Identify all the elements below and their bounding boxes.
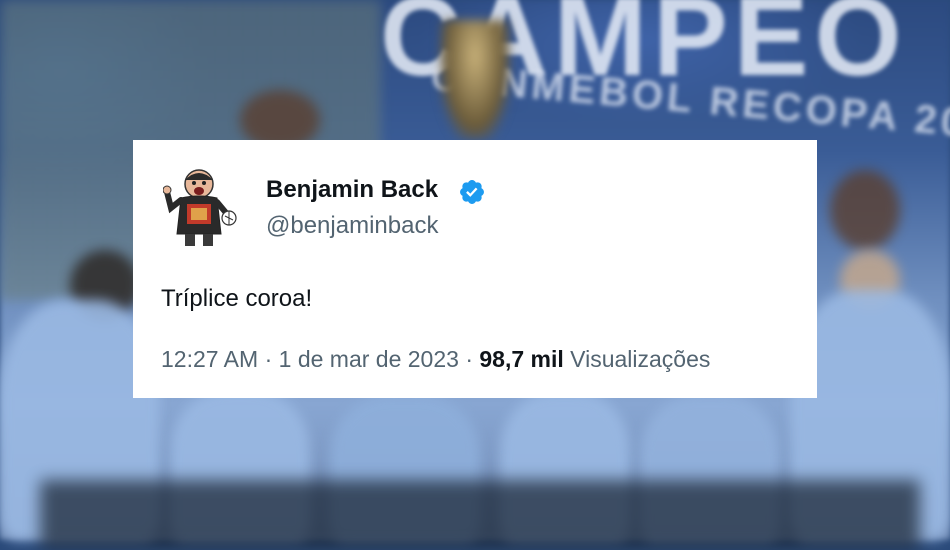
tweet-time[interactable]: 12:27 AM xyxy=(161,346,258,372)
views-count[interactable]: 98,7 mil xyxy=(479,346,563,372)
shadow-area xyxy=(40,480,920,550)
meta-separator: · xyxy=(465,346,473,372)
tweet-meta: 12:27 AM · 1 de mar de 2023 · 98,7 mil V… xyxy=(161,346,710,373)
author-handle[interactable]: @benjaminback xyxy=(266,212,438,240)
avatar-caricature-icon xyxy=(162,169,237,246)
tweet-text: Tríplice coroa! xyxy=(161,285,313,312)
views-label: Visualizações xyxy=(570,346,711,372)
avatar[interactable] xyxy=(162,168,239,248)
author-name[interactable]: Benjamin Back xyxy=(266,176,438,204)
tweet-date[interactable]: 1 de mar de 2023 xyxy=(279,346,459,372)
tweet-card: Benjamin Back @benjaminback Tríplice cor… xyxy=(133,140,817,398)
player-head xyxy=(830,170,900,250)
trophy-blur xyxy=(440,20,510,140)
meta-separator: · xyxy=(264,346,273,372)
verified-badge-icon xyxy=(460,180,484,204)
